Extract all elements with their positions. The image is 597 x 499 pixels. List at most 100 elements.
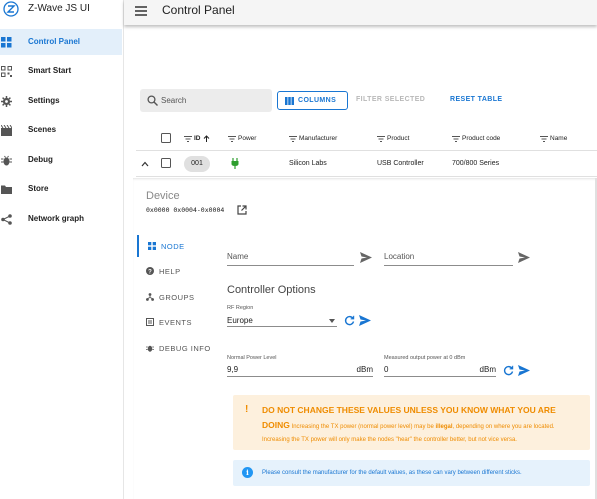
device-title: Device — [146, 190, 180, 202]
tab-groups[interactable]: GROUPS — [137, 286, 222, 308]
scenes-icon — [1, 125, 12, 136]
normal-power-value: 9,9 — [227, 365, 239, 374]
normal-power-unit: dBm — [356, 365, 373, 374]
location-field-label: Location — [384, 252, 415, 261]
rf-region-value: Europe — [227, 316, 253, 325]
plug-icon — [231, 158, 239, 169]
warning-icon: ! — [245, 404, 249, 415]
page-title: Control Panel — [162, 3, 235, 17]
grid-icon — [148, 242, 156, 250]
zwave-logo-icon — [3, 1, 19, 17]
menu-icon[interactable] — [135, 5, 147, 17]
sidebar-item-store[interactable]: Store — [0, 176, 122, 202]
column-header-manufacturer[interactable]: Manufacturer — [289, 135, 337, 142]
select-all-checkbox[interactable] — [161, 133, 171, 143]
events-icon — [146, 318, 154, 326]
filter-icon — [377, 135, 385, 142]
sidebar-item-label: Network graph — [28, 214, 85, 223]
search-placeholder: Search — [161, 96, 187, 105]
app-title: Z-Wave JS UI — [28, 3, 90, 14]
normal-power-label: Normal Power Level — [227, 355, 277, 361]
cell-product-code: 700/800 Series — [452, 160, 500, 167]
columns-button[interactable]: COLUMNS — [277, 91, 348, 110]
device-code: 0x0000 0x0004-0x0004 — [146, 206, 225, 214]
send-icon[interactable] — [360, 252, 372, 263]
bug-icon — [1, 155, 12, 166]
columns-icon — [285, 97, 294, 105]
sidebar-item-label: Smart Start — [28, 66, 72, 75]
send-icon[interactable] — [518, 365, 530, 376]
open-external-icon[interactable] — [237, 205, 247, 215]
tab-label: GROUPS — [159, 293, 195, 302]
refresh-icon[interactable] — [344, 315, 355, 326]
sidebar-item-settings[interactable]: Settings — [0, 88, 122, 114]
tab-label: EVENTS — [159, 318, 193, 327]
tab-label: HELP — [159, 267, 181, 276]
sidebar-item-smart-start[interactable]: Smart Start — [0, 58, 122, 84]
app-bar: Control Panel — [124, 0, 597, 25]
filter-icon — [540, 135, 548, 142]
sidebar: Z-Wave JS UI Control Panel Smart Start S… — [0, 0, 124, 499]
search-icon — [147, 95, 158, 106]
brand: Z-Wave JS UI — [0, 0, 124, 20]
qr-icon — [1, 66, 12, 77]
column-header-id[interactable]: ID — [184, 135, 210, 142]
filter-icon — [452, 135, 460, 142]
filter-icon — [184, 135, 192, 142]
measured-power-unit: dBm — [479, 365, 496, 374]
column-header-power[interactable]: Power — [228, 135, 256, 142]
dropdown-arrow-icon — [329, 319, 335, 323]
sidebar-item-network-graph[interactable]: Network graph — [0, 206, 122, 232]
chevron-up-icon[interactable] — [141, 161, 149, 167]
send-icon[interactable] — [359, 315, 371, 326]
columns-button-label: COLUMNS — [298, 97, 337, 104]
sidebar-item-label: Control Panel — [28, 37, 81, 46]
grid-icon — [1, 37, 12, 48]
tab-debug-info[interactable]: DEBUG INFO — [137, 337, 222, 359]
sidebar-item-scenes[interactable]: Scenes — [0, 117, 122, 143]
sidebar-item-label: Scenes — [28, 125, 57, 134]
rf-region-select[interactable]: Europe — [227, 313, 337, 327]
warning-alert: ! DO NOT CHANGE THESE VALUES UNLESS YOU … — [233, 395, 590, 450]
sidebar-item-label: Debug — [28, 155, 53, 164]
cell-manufacturer: Silicon Labs — [289, 160, 327, 167]
send-icon[interactable] — [518, 252, 530, 263]
row-checkbox[interactable] — [161, 158, 171, 168]
tab-help[interactable]: ? HELP — [137, 260, 222, 282]
filter-selected-button[interactable]: FILTER SELECTED — [356, 96, 425, 103]
filter-icon — [228, 135, 236, 142]
groups-icon — [146, 293, 154, 301]
warning-text: DO NOT CHANGE THESE VALUES UNLESS YOU KN… — [262, 405, 556, 443]
gear-icon — [1, 96, 12, 107]
column-header-product-code[interactable]: Product code — [452, 135, 500, 142]
column-header-name[interactable]: Name — [540, 135, 567, 142]
name-field-label: Name — [227, 252, 249, 261]
help-icon: ? — [146, 267, 154, 275]
table-header: ID Power Manufacturer Product Product co… — [136, 126, 597, 151]
normal-power-field[interactable]: 9,9 dBm — [227, 363, 373, 377]
warning-illegal: illegal — [435, 424, 453, 430]
sidebar-item-label: Settings — [28, 96, 60, 105]
tab-label: NODE — [161, 242, 185, 251]
name-field[interactable]: Name — [227, 250, 354, 266]
tab-events[interactable]: EVENTS — [137, 311, 222, 333]
node-id-chip: 001 — [184, 156, 210, 172]
sort-ascending-icon — [203, 135, 209, 142]
share-icon — [1, 214, 12, 225]
measured-power-field[interactable]: 0 dBm — [384, 363, 496, 377]
tab-label: DEBUG INFO — [159, 344, 211, 353]
refresh-icon[interactable] — [503, 365, 514, 376]
measured-power-value: 0 — [384, 365, 389, 374]
measured-power-label: Measured output power at 0 dBm — [384, 355, 466, 361]
table-row[interactable]: 001 Silicon Labs USB Controller 700/800 … — [136, 151, 597, 177]
tab-node[interactable]: NODE — [137, 235, 222, 257]
controller-options-title: Controller Options — [227, 284, 316, 296]
sidebar-item-debug[interactable]: Debug — [0, 147, 122, 173]
reset-table-button[interactable]: RESET TABLE — [450, 96, 503, 103]
filter-icon — [289, 135, 297, 142]
sidebar-item-control-panel[interactable]: Control Panel — [0, 29, 122, 55]
search-input[interactable]: Search — [140, 89, 272, 112]
location-field[interactable]: Location — [384, 250, 513, 266]
info-icon: i — [242, 467, 253, 478]
column-header-product[interactable]: Product — [377, 135, 409, 142]
